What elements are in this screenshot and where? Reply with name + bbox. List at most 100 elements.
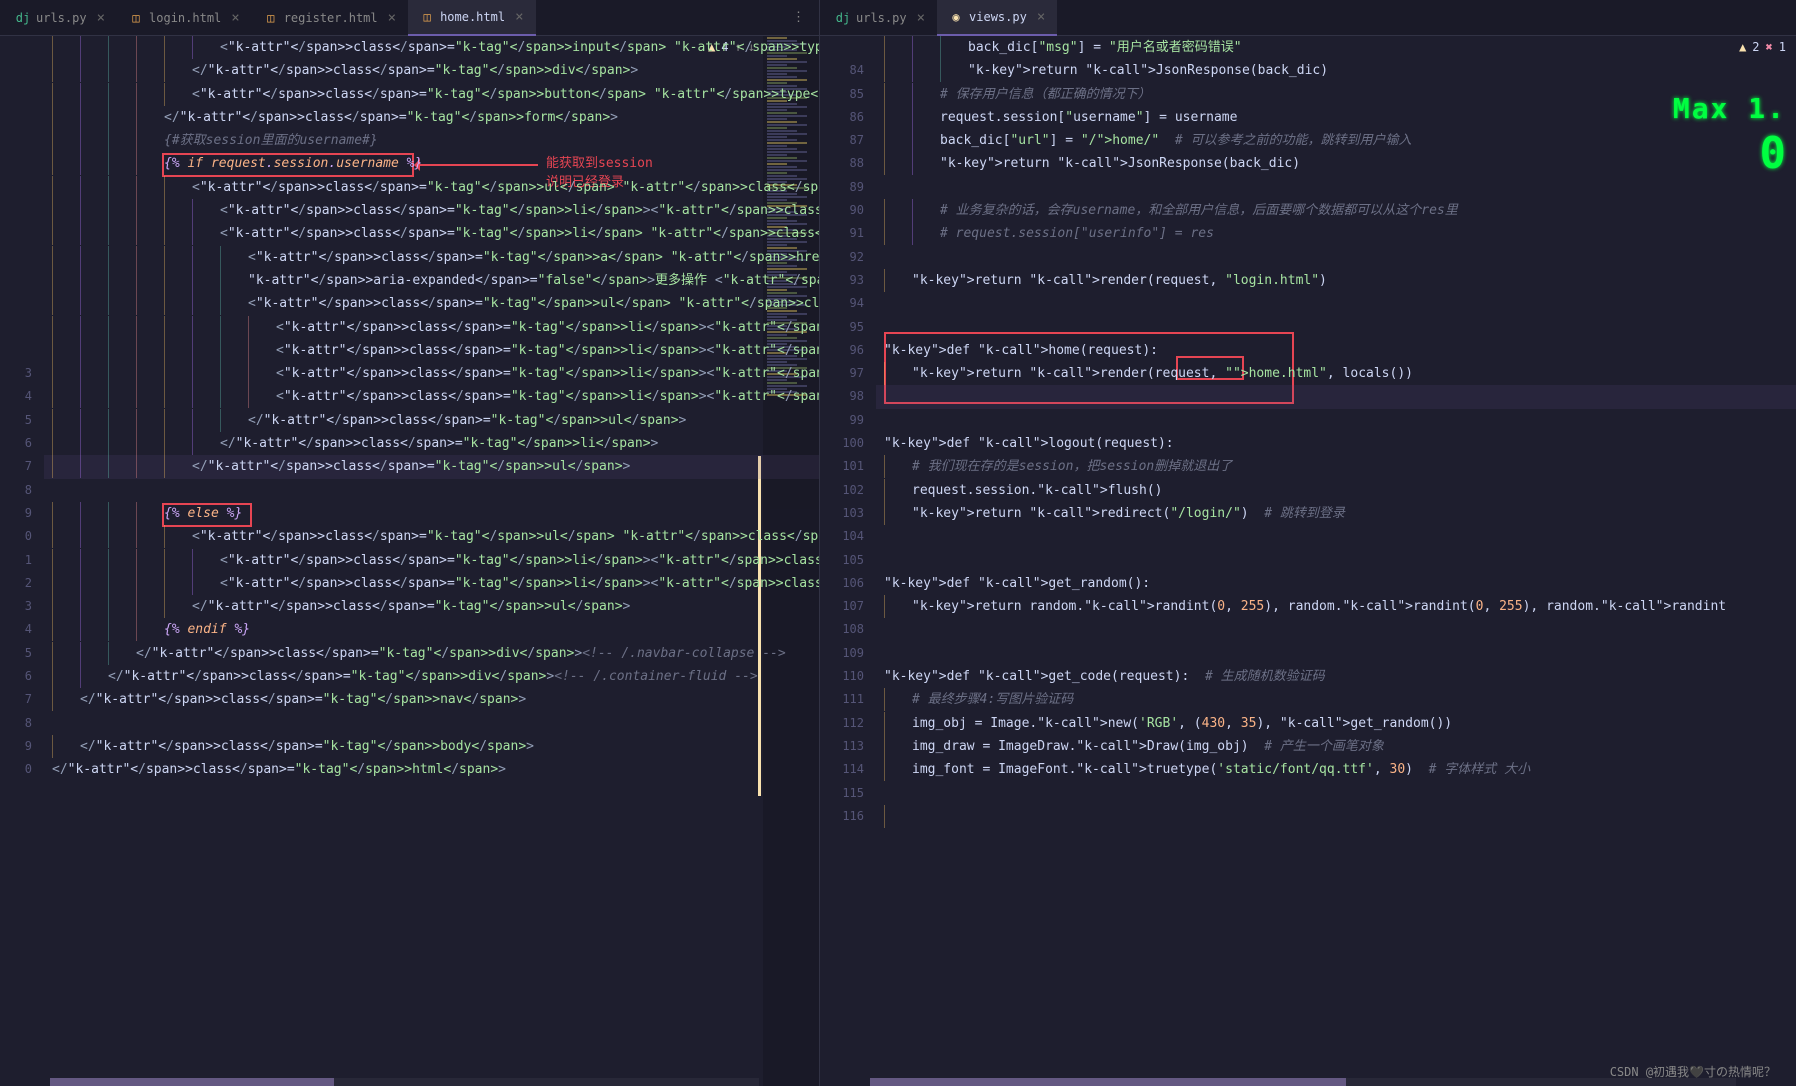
code-line[interactable]: </"k-attr"</span>>class</span>="k-tag"</… [44, 59, 819, 82]
tab-label: urls.py [36, 11, 87, 25]
code-line[interactable] [876, 246, 1796, 269]
code-line[interactable]: "k-key">def "k-call">logout(request): [876, 432, 1796, 455]
code-line[interactable]: {#获取session里面的username#} [44, 129, 819, 152]
code-line[interactable]: <"k-attr"</span>>class</span>="k-tag"</s… [44, 525, 819, 548]
tab-urls-py-right[interactable]: dj urls.py × [824, 0, 937, 36]
code-line[interactable]: <"k-attr"</span>>class</span>="k-tag"</s… [44, 339, 819, 362]
code-line[interactable]: <"k-attr"</span>>class</span>="k-tag"</s… [44, 292, 819, 315]
code-content-left[interactable]: ▲ 4 ↑ ↓ 能获取到session 说明已经登录 <"k-attr"</sp… [44, 36, 819, 1086]
code-content-right[interactable]: ▲ 2 ✖ 1 Max 1. 0 back_dic["msg"] = "用户名或… [876, 36, 1796, 1086]
code-line[interactable] [876, 618, 1796, 641]
close-icon[interactable]: × [515, 9, 523, 25]
code-line[interactable]: <"k-attr"</span>>class</span>="k-tag"</s… [44, 385, 819, 408]
code-line[interactable]: <"k-attr"</span>>class</span>="k-tag"</s… [44, 549, 819, 572]
code-line[interactable]: <"k-attr"</span>>class</span>="k-tag"</s… [44, 572, 819, 595]
gutter-left: 345678901234567890 [0, 36, 44, 1086]
more-icon[interactable]: ⋮ [782, 10, 815, 25]
code-line[interactable]: # request.session["userinfo"] = res [876, 222, 1796, 245]
gutter-right: 8485868788899091929394959697989910010110… [820, 36, 876, 1086]
code-line[interactable]: </"k-attr"</span>>class</span>="k-tag"</… [44, 642, 819, 665]
close-icon[interactable]: × [1037, 9, 1045, 25]
code-line[interactable]: <"k-attr"</span>>class</span>="k-tag"</s… [44, 362, 819, 385]
tab-bar-right: dj urls.py × ◉ views.py × [820, 0, 1796, 36]
code-line[interactable]: "k-key">return "k-call">render(request, … [876, 362, 1796, 385]
tab-label: views.py [969, 10, 1027, 24]
code-line[interactable]: <"k-attr"</span>>class</span>="k-tag"</s… [44, 246, 819, 269]
code-line[interactable]: <"k-attr"</span>>class</span>="k-tag"</s… [44, 36, 819, 59]
code-line[interactable]: "k-key">def "k-call">get_code(request): … [876, 665, 1796, 688]
tab-login-html[interactable]: ◫ login.html × [117, 0, 252, 36]
code-area-left[interactable]: 345678901234567890 ▲ 4 ↑ ↓ 能获取到session 说… [0, 36, 819, 1086]
tab-home-html[interactable]: ◫ home.html × [408, 0, 535, 36]
tab-urls-py[interactable]: dj urls.py × [4, 0, 117, 36]
close-icon[interactable]: × [917, 10, 925, 26]
code-line[interactable]: request.session["username"] = username [876, 106, 1796, 129]
code-line[interactable]: {% if request.session.username %} [44, 152, 819, 175]
editor-pane-right: dj urls.py × ◉ views.py × 84858687888990… [820, 0, 1796, 1086]
code-line[interactable]: <"k-attr"</span>>class</span>="k-tag"</s… [44, 176, 819, 199]
code-line[interactable] [876, 409, 1796, 432]
code-line[interactable]: </"k-attr"</span>>class</span>="k-tag"</… [44, 758, 819, 781]
code-line[interactable]: <"k-attr"</span>>class</span>="k-tag"</s… [44, 83, 819, 106]
code-line[interactable] [876, 805, 1796, 828]
code-line[interactable]: "k-key">def "k-call">home(request): [876, 339, 1796, 362]
django-icon: dj [836, 11, 850, 25]
code-line[interactable]: </"k-attr"</span>>class</span>="k-tag"</… [44, 106, 819, 129]
django-icon: dj [16, 11, 30, 25]
scrollbar-horizontal-right[interactable] [870, 1078, 1736, 1086]
tab-views-py[interactable]: ◉ views.py × [937, 0, 1057, 36]
code-line[interactable]: </"k-attr"</span>>class</span>="k-tag"</… [44, 665, 819, 688]
code-line[interactable]: {% else %} [44, 502, 819, 525]
tab-label: register.html [284, 11, 378, 25]
code-line[interactable]: "k-key">return "k-call">JsonResponse(bac… [876, 59, 1796, 82]
code-line[interactable]: <"k-attr"</span>>class</span>="k-tag"</s… [44, 199, 819, 222]
code-line[interactable]: # 保存用户信息（都正确的情况下） [876, 83, 1796, 106]
code-line[interactable]: "k-key">return "k-call">redirect("/login… [876, 502, 1796, 525]
code-line[interactable] [876, 525, 1796, 548]
tab-bar-left: dj urls.py × ◫ login.html × ◫ register.h… [0, 0, 819, 36]
watermark: CSDN @初遇我🖤寸の热情呢？ [1610, 1063, 1776, 1080]
code-line[interactable]: back_dic["msg"] = "用户名或者密码错误" [876, 36, 1796, 59]
code-line[interactable]: back_dic["url"] = "/">home/" # 可以参考之前的功能… [876, 129, 1796, 152]
code-line[interactable]: img_obj = Image."k-call">new('RGB', (430… [876, 712, 1796, 735]
code-line[interactable]: <"k-attr"</span>>class</span>="k-tag"</s… [44, 222, 819, 245]
code-line[interactable]: # 最终步骤4:写图片验证码 [876, 688, 1796, 711]
code-line[interactable] [876, 782, 1796, 805]
code-line[interactable]: img_font = ImageFont."k-call">truetype('… [876, 758, 1796, 781]
tab-label: urls.py [856, 11, 907, 25]
code-line[interactable]: </"k-attr"</span>>class</span>="k-tag"</… [44, 432, 819, 455]
scrollbar-horizontal[interactable] [50, 1078, 759, 1086]
code-line[interactable]: "k-key">return "k-call">render(request, … [876, 269, 1796, 292]
tab-register-html[interactable]: ◫ register.html × [252, 0, 408, 36]
editor-pane-left: dj urls.py × ◫ login.html × ◫ register.h… [0, 0, 820, 1086]
code-line[interactable] [876, 549, 1796, 572]
code-line[interactable]: </"k-attr"</span>>class</span>="k-tag"</… [44, 409, 819, 432]
close-icon[interactable]: × [388, 10, 396, 26]
close-icon[interactable]: × [97, 10, 105, 26]
code-line[interactable]: </"k-attr"</span>>class</span>="k-tag"</… [44, 595, 819, 618]
code-line[interactable] [44, 479, 819, 502]
code-line[interactable]: <"k-attr"</span>>class</span>="k-tag"</s… [44, 316, 819, 339]
code-line[interactable]: img_draw = ImageDraw."k-call">Draw(img_o… [876, 735, 1796, 758]
code-line[interactable]: request.session."k-call">flush() [876, 479, 1796, 502]
code-line[interactable]: {% endif %} [44, 618, 819, 641]
code-line[interactable]: # 我们现在存的是session，把session删掉就退出了 [876, 455, 1796, 478]
code-line[interactable]: "k-attr"</span>>aria-expanded</span>="fa… [44, 269, 819, 292]
html-icon: ◫ [129, 11, 143, 25]
code-line[interactable] [876, 316, 1796, 339]
code-line[interactable] [876, 292, 1796, 315]
code-line[interactable]: </"k-attr"</span>>class</span>="k-tag"</… [44, 688, 819, 711]
code-line[interactable] [876, 642, 1796, 665]
code-area-right[interactable]: 8485868788899091929394959697989910010110… [820, 36, 1796, 1086]
tab-label: login.html [149, 11, 221, 25]
code-line[interactable]: "k-key">return random."k-call">randint(0… [876, 595, 1796, 618]
code-line[interactable]: </"k-attr"</span>>class</span>="k-tag"</… [44, 455, 819, 478]
code-line[interactable] [876, 385, 1796, 408]
code-line[interactable] [44, 712, 819, 735]
code-line[interactable] [876, 176, 1796, 199]
code-line[interactable]: </"k-attr"</span>>class</span>="k-tag"</… [44, 735, 819, 758]
code-line[interactable]: "k-key">def "k-call">get_random(): [876, 572, 1796, 595]
code-line[interactable]: # 业务复杂的话，会存username，和全部用户信息，后面要哪个数据都可以从这… [876, 199, 1796, 222]
code-line[interactable]: "k-key">return "k-call">JsonResponse(bac… [876, 152, 1796, 175]
close-icon[interactable]: × [231, 10, 239, 26]
